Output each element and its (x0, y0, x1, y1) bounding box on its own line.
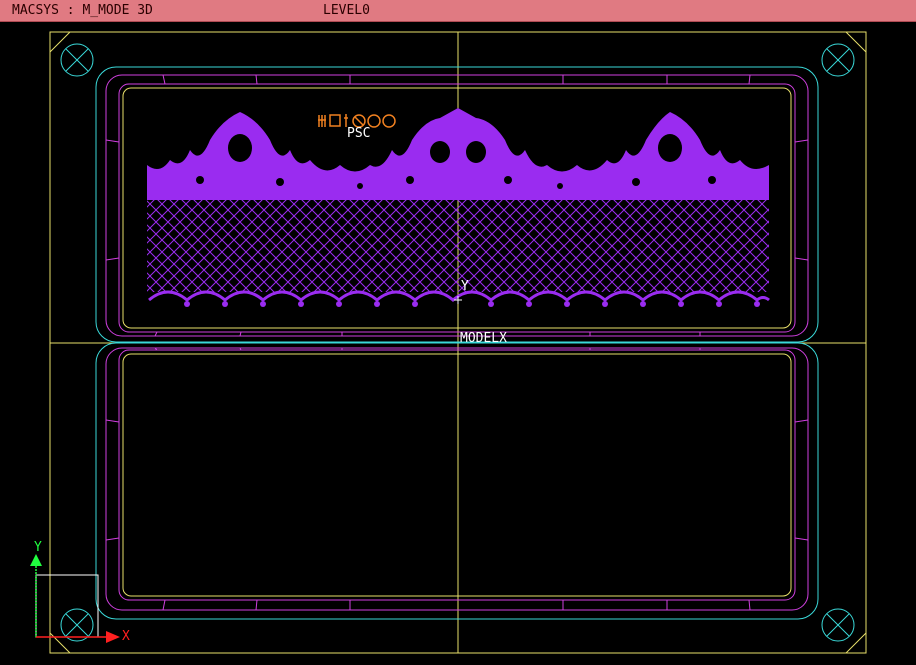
corner-bevel (49, 31, 71, 53)
lower-mold-plate[interactable] (95, 342, 819, 620)
lattice-fill (147, 200, 769, 292)
x-axis-label: X (122, 629, 130, 644)
model-label: MODELX (460, 331, 507, 346)
cup-icon (329, 114, 341, 127)
system-mode-label: MACSYS : M_MODE 3D (12, 3, 153, 18)
axis-box (35, 574, 99, 638)
lace-scallop-dots (184, 301, 760, 307)
lace-pattern[interactable] (147, 108, 770, 307)
title-bar: MACSYS : M_MODE 3D LEVEL0 (0, 0, 916, 22)
fork-icon (318, 115, 326, 127)
recycle-icon (382, 114, 396, 128)
lace-scallop-edge (148, 290, 770, 302)
origin-label: Y (461, 279, 469, 294)
corner-bolt-icon (821, 608, 855, 642)
y-axis-label: Y (34, 540, 42, 555)
y-axis-arrow-icon (30, 554, 42, 566)
level-label: LEVEL0 (323, 3, 370, 18)
corner-bevel (49, 632, 71, 654)
cad-viewport[interactable]: PSC Y MODELX Y X (0, 22, 916, 665)
design-mark: PSC (347, 126, 370, 141)
corner-bolt-icon (60, 43, 94, 77)
corner-bolt-icon (821, 43, 855, 77)
corner-bolt-icon (60, 608, 94, 642)
x-axis-arrow-icon (106, 631, 120, 643)
